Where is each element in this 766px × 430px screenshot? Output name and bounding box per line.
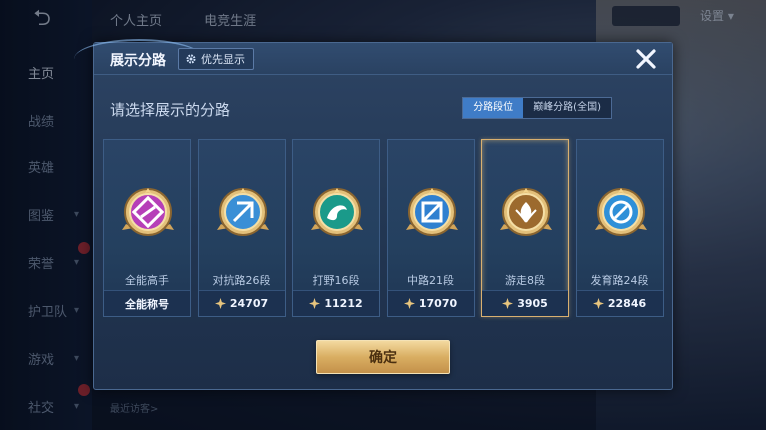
tab-lane-rank[interactable]: 分路段位 (463, 98, 524, 118)
lane-points-value: 22846 (607, 297, 647, 310)
points-icon (403, 298, 415, 309)
all-rounder-title: 全能称号 (104, 290, 190, 316)
lane-label: 打野16段 (312, 274, 360, 287)
lane-label: 发育路24段 (590, 274, 649, 287)
lane-points: 22846 (576, 290, 663, 316)
points-icon (502, 298, 514, 309)
card-farm-lane[interactable]: 发育路24段 22846 (575, 139, 664, 317)
lane-emblem-icon (500, 188, 552, 236)
close-button[interactable] (632, 45, 660, 73)
lane-emblem-icon (216, 188, 269, 236)
gear-icon (186, 54, 196, 64)
lane-points: 3905 (482, 290, 568, 316)
lane-points: 24707 (198, 290, 285, 316)
lane-points: 17070 (387, 290, 474, 316)
card-all-rounder[interactable]: 全能高手 全能称号 (103, 139, 191, 317)
dialog-header: 展示分路 优先显示 (74, 39, 672, 75)
dialog-title: 展示分路 (110, 53, 166, 69)
lane-emblem-icon (594, 188, 647, 236)
lane-label: 中路21段 (407, 274, 454, 287)
lane-points-value: 3905 (517, 297, 548, 310)
points-icon (214, 298, 226, 309)
lane-label: 全能高手 (125, 274, 169, 287)
close-icon (636, 49, 656, 69)
card-jungle[interactable]: 打野16段 11212 (292, 139, 380, 317)
lane-cards: 全能高手 全能称号 对抗路26段 24707 打野16段 11212 中路21段 17070 游… (103, 139, 664, 317)
card-roam[interactable]: 游走8段 3905 (481, 139, 569, 317)
lane-display-dialog: 展示分路 优先显示 请选择展示的分路 分路段位 巅峰分路(全国) 全能高手全能称… (74, 39, 673, 390)
points-icon (592, 298, 604, 309)
card-mid-lane[interactable]: 中路21段 17070 (386, 139, 475, 317)
priority-display-button[interactable]: 优先显示 (178, 48, 254, 70)
confirm-button[interactable]: 确定 (316, 340, 450, 374)
lane-emblem-icon (122, 188, 174, 236)
lane-points-value: 24707 (229, 297, 269, 310)
lane-emblem-icon (405, 188, 458, 236)
lane-points-value: 全能称号 (125, 297, 169, 311)
points-icon (309, 298, 321, 309)
lane-points: 11212 (293, 290, 379, 316)
dialog-subtitle: 请选择展示的分路 (110, 101, 231, 119)
lane-points-value: 11212 (324, 297, 363, 310)
ranking-type-toggle: 分路段位 巅峰分路(全国) (462, 97, 612, 119)
lane-points-value: 17070 (418, 297, 458, 310)
lane-label: 游走8段 (505, 274, 545, 287)
tab-peak-lane[interactable]: 巅峰分路(全国) (523, 98, 611, 118)
lane-emblem-icon (311, 188, 363, 236)
card-clash-lane[interactable]: 对抗路26段 24707 (197, 139, 286, 317)
lane-label: 对抗路26段 (212, 274, 271, 287)
